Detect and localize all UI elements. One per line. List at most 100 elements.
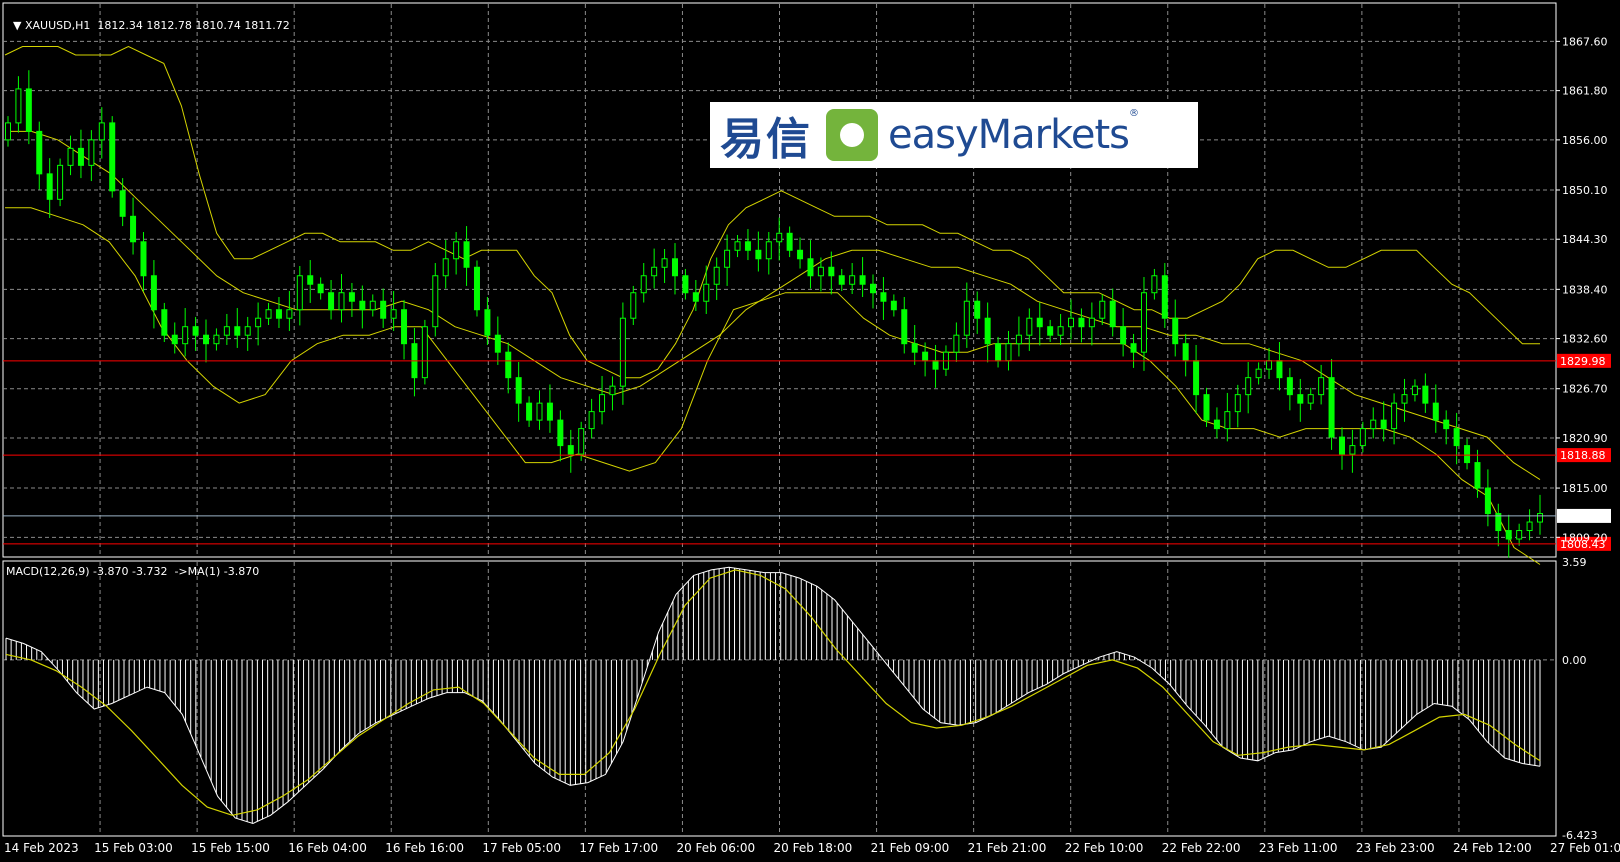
candle-down bbox=[1286, 377, 1293, 396]
candle-down bbox=[1297, 394, 1304, 404]
candle-down bbox=[484, 309, 491, 336]
time-axis: 14 Feb 2023 15 Feb 03:00 15 Feb 15:00 16 Fe… bbox=[4, 841, 1620, 855]
candle-down bbox=[1203, 394, 1210, 421]
candle-down bbox=[1276, 360, 1283, 379]
x-tick-label: 22 Feb 10:00 bbox=[1065, 841, 1144, 855]
candle-up bbox=[223, 326, 230, 336]
candle-down bbox=[567, 445, 574, 455]
candle-down bbox=[838, 275, 845, 285]
candle-up bbox=[1526, 521, 1533, 532]
y-tick-label: 1856.00 bbox=[1562, 134, 1608, 147]
macd-outline bbox=[5, 566, 1541, 825]
candle-up bbox=[1224, 411, 1231, 430]
candle-down bbox=[682, 275, 689, 294]
ohlc-values: 1812.34 1812.78 1810.74 1811.72 bbox=[97, 19, 290, 32]
candle-down bbox=[328, 292, 335, 311]
candle-down bbox=[984, 317, 991, 345]
candle-down bbox=[380, 300, 387, 319]
candle-up bbox=[963, 300, 970, 336]
candle-up bbox=[296, 275, 303, 311]
candle-down bbox=[161, 309, 168, 336]
candle-up bbox=[724, 249, 731, 268]
candle-down bbox=[234, 326, 241, 336]
logo-registered-mark: ® bbox=[1128, 108, 1139, 119]
candle-down bbox=[140, 241, 147, 277]
candle-up bbox=[421, 326, 428, 379]
candle-down bbox=[859, 275, 866, 285]
candle-down bbox=[150, 275, 157, 311]
candle-down bbox=[692, 292, 699, 302]
symbol-header[interactable]: ▼ XAUUSD,H1 1812.34 1812.78 1810.74 1811… bbox=[6, 6, 290, 32]
x-tick-label: 20 Feb 06:00 bbox=[676, 841, 755, 855]
candle-up bbox=[1266, 360, 1273, 370]
candle-up bbox=[713, 266, 720, 285]
candle-down bbox=[1338, 436, 1345, 455]
y-tick-label: 1867.60 bbox=[1562, 35, 1608, 48]
candle-up bbox=[442, 258, 449, 277]
candle-down bbox=[1047, 326, 1054, 336]
y-tick-label: 1826.70 bbox=[1562, 383, 1608, 396]
candle-up bbox=[817, 266, 824, 277]
candle-up bbox=[338, 292, 345, 311]
candle-up bbox=[213, 334, 220, 345]
bollinger-lower bbox=[5, 207, 1541, 565]
candle-up bbox=[244, 326, 251, 336]
candle-down bbox=[275, 309, 282, 319]
candle-down bbox=[515, 377, 522, 404]
candle-down bbox=[401, 309, 408, 345]
dropdown-triangle-icon[interactable]: ▼ bbox=[13, 19, 25, 32]
candle-down bbox=[828, 266, 835, 277]
candle-up bbox=[390, 309, 397, 319]
x-tick-label: 17 Feb 05:00 bbox=[482, 841, 561, 855]
candle-up bbox=[849, 275, 856, 285]
x-tick-label: 15 Feb 15:00 bbox=[191, 841, 270, 855]
y-tick-label: 1809.20 bbox=[1562, 531, 1608, 544]
candle-up bbox=[453, 241, 460, 260]
candle-up bbox=[1307, 394, 1314, 404]
candle-down bbox=[870, 283, 877, 294]
candle-up bbox=[1516, 530, 1523, 540]
x-tick-label: 14 Feb 2023 bbox=[4, 841, 79, 855]
symbol-label: XAUUSD,H1 bbox=[24, 19, 91, 32]
candle-down bbox=[473, 266, 480, 311]
candle-down bbox=[974, 300, 981, 319]
candle-up bbox=[255, 317, 262, 328]
bollinger-middle bbox=[5, 130, 1541, 481]
x-tick-label: 16 Feb 04:00 bbox=[288, 841, 367, 855]
candle-down bbox=[890, 300, 897, 311]
x-tick-label: 27 Feb 01:00 bbox=[1550, 841, 1620, 855]
logo-mark-icon bbox=[826, 109, 878, 161]
candle-up bbox=[1015, 334, 1022, 345]
y-tick-label: 1861.80 bbox=[1562, 85, 1608, 98]
candle-up bbox=[1068, 317, 1075, 328]
candle-down bbox=[1443, 419, 1450, 430]
candle-down bbox=[880, 292, 887, 302]
candle-down bbox=[901, 309, 908, 345]
x-tick-label: 21 Feb 09:00 bbox=[871, 841, 950, 855]
candle-down bbox=[192, 326, 199, 336]
candle-up bbox=[578, 428, 585, 455]
candle-down bbox=[130, 215, 137, 243]
y-tick-label: 1815.00 bbox=[1562, 482, 1608, 495]
candle-up bbox=[88, 139, 95, 166]
candle-up bbox=[630, 292, 637, 319]
candle-down bbox=[1432, 402, 1439, 421]
logo-cn-text: 易信 bbox=[720, 114, 812, 165]
candle-down bbox=[463, 241, 470, 268]
level-middle-tag: 1818.88 bbox=[1560, 449, 1606, 462]
candle-up bbox=[651, 266, 658, 277]
candle-up bbox=[369, 300, 376, 311]
candle-down bbox=[1505, 530, 1512, 540]
candle-down bbox=[932, 360, 939, 370]
candle-up bbox=[1411, 385, 1418, 396]
candle-up bbox=[1005, 343, 1012, 362]
candle-up bbox=[432, 275, 439, 328]
candle-up bbox=[765, 241, 772, 260]
candle-down bbox=[307, 275, 314, 285]
candle-up bbox=[1026, 317, 1033, 336]
candle-up bbox=[1151, 275, 1158, 294]
candle-down bbox=[1078, 317, 1085, 328]
candle-up bbox=[703, 283, 710, 302]
candle-up bbox=[1088, 317, 1095, 328]
level-lines: 1829.981818.881811.721808.43 bbox=[3, 353, 1611, 551]
